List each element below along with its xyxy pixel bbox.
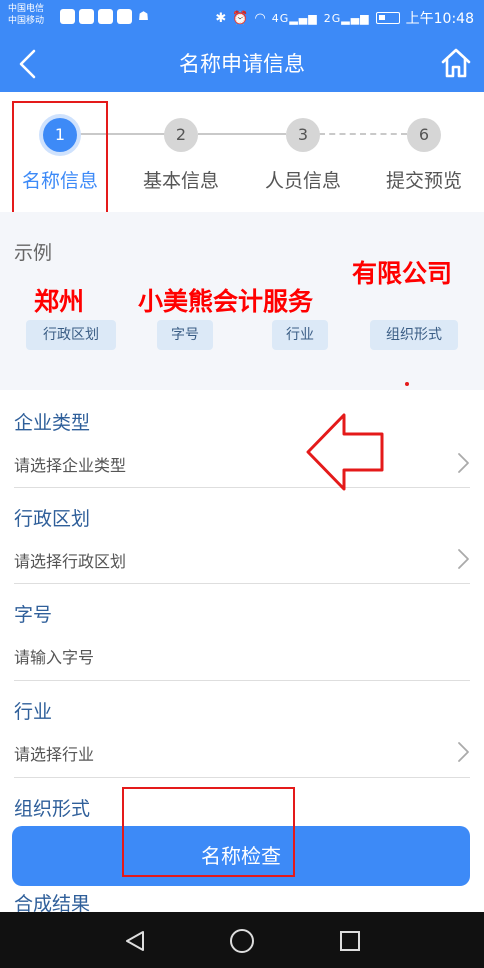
arrow-left-icon	[306, 413, 384, 491]
battery-icon	[375, 12, 400, 24]
chevron-right-icon	[458, 549, 469, 569]
app-notification-icon: ☗	[138, 9, 149, 23]
nav-recent-icon[interactable]	[340, 931, 360, 951]
field-label: 行政区划	[14, 508, 91, 530]
field-label: 字号	[14, 604, 53, 626]
highlight-box	[12, 101, 108, 216]
step-3-label[interactable]: 人员信息	[253, 166, 353, 193]
nav-back-icon[interactable]	[124, 930, 146, 952]
signal-icon: 2G▂▄▆	[323, 11, 370, 25]
field-trade-name[interactable]: 字号 请输入字号	[14, 584, 470, 681]
region-select[interactable]: 请选择行政区划	[14, 548, 126, 572]
step-3-circle[interactable]: 3	[286, 118, 320, 152]
status-bar: 中国电信 中国移动 ☗ ✱ ⏰ ◠ 4G▂▄▆ 2G▂▄▆ 上午10:48	[0, 0, 484, 36]
step-connector	[198, 133, 286, 135]
chip-industry: 行业	[272, 320, 328, 350]
carrier-info: 中国电信 中国移动	[8, 3, 44, 27]
page-title: 名称申请信息	[179, 52, 305, 76]
chevron-right-icon	[458, 453, 469, 473]
example-title: 示例	[14, 242, 53, 264]
industry-select[interactable]: 请选择行业	[14, 741, 94, 765]
signal-icon: 4G▂▄▆	[271, 11, 318, 25]
home-icon[interactable]	[440, 46, 472, 80]
app-notification-icon	[117, 9, 132, 24]
field-label: 企业类型	[14, 412, 91, 434]
carrier-2: 中国移动	[8, 16, 45, 26]
highlight-box	[122, 787, 295, 877]
field-region[interactable]: 行政区划 请选择行政区划	[14, 488, 470, 584]
annotation-dot	[405, 382, 409, 386]
app-notification-icon	[79, 9, 94, 24]
alarm-icon: ⏰	[232, 10, 249, 26]
carrier-1: 中国电信	[8, 4, 45, 14]
annotation-region: 郑州	[34, 287, 85, 316]
nav-home-icon[interactable]	[230, 929, 254, 953]
step-connector	[319, 133, 407, 135]
chip-org-form: 组织形式	[370, 320, 458, 350]
example-panel: 示例 郑州 小美熊会计服务 有限公司 行政区划 字号 行业 组织形式	[0, 212, 484, 390]
notification-icons: ☗	[60, 9, 151, 24]
trade-name-input[interactable]: 请输入字号	[14, 644, 94, 668]
annotation-org: 有限公司	[352, 259, 453, 288]
step-2-label[interactable]: 基本信息	[131, 166, 231, 193]
org-form-label: 组织形式	[14, 798, 91, 820]
step-2-circle[interactable]: 2	[164, 118, 198, 152]
field-industry[interactable]: 行业 请选择行业	[14, 681, 470, 778]
field-label: 行业	[14, 701, 53, 723]
step-6-circle[interactable]: 6	[407, 118, 441, 152]
wifi-icon: ◠	[254, 10, 266, 26]
clock: 上午10:48	[405, 11, 474, 27]
enterprise-type-select[interactable]: 请选择企业类型	[14, 452, 126, 476]
field-enterprise-type[interactable]: 企业类型 请选择企业类型	[14, 392, 470, 488]
chip-tradename: 字号	[157, 320, 213, 350]
chevron-right-icon	[458, 742, 469, 762]
app-notification-icon	[98, 9, 113, 24]
bluetooth-icon: ✱	[215, 10, 227, 26]
chip-region: 行政区划	[26, 320, 116, 350]
app-header: 名称申请信息	[0, 36, 484, 92]
step-6-label[interactable]: 提交预览	[374, 166, 474, 193]
annotation-name: 小美熊会计服务	[138, 287, 314, 316]
system-nav-bar	[0, 912, 484, 968]
status-indicators: ✱ ⏰ ◠ 4G▂▄▆ 2G▂▄▆ 上午10:48	[215, 8, 474, 28]
app-notification-icon	[60, 9, 75, 24]
